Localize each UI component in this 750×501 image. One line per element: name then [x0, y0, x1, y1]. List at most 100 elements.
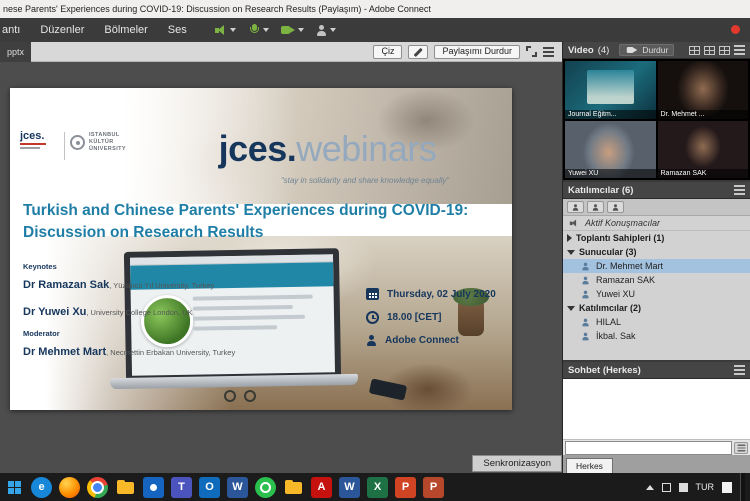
menu-audio[interactable]: Ses — [158, 18, 197, 42]
chat-messages-area — [563, 379, 750, 439]
chevron-down-icon — [567, 249, 575, 255]
attendee-row[interactable]: Ramazan SAK — [563, 273, 750, 287]
edge-browser-icon[interactable]: e — [31, 476, 52, 498]
jces-logo-text: jces. — [20, 130, 45, 142]
word-document-icon[interactable]: W — [339, 476, 360, 498]
pod-menu-icon[interactable] — [734, 185, 745, 195]
stop-sharing-button[interactable]: Paylaşımı Durdur — [434, 44, 520, 59]
chevron-down-icon — [297, 28, 304, 32]
keynote-name: Dr Ramazan Sak — [23, 279, 110, 291]
speaker-button[interactable] — [214, 24, 236, 36]
pod-menu-icon[interactable] — [734, 45, 745, 55]
filmstrip-layout-icon[interactable] — [704, 45, 715, 55]
chat-pod-controls — [734, 365, 745, 375]
video-tile-name: Journal Eğitm... — [565, 109, 656, 119]
breakout-view-button[interactable] — [607, 201, 624, 213]
file-explorer-icon[interactable] — [115, 477, 136, 498]
excel-app-icon[interactable]: X — [367, 476, 388, 498]
attendees-pod-title: Katılımcılar (6) — [568, 184, 634, 196]
attendee-name: HILAL — [596, 317, 622, 327]
group-presenters[interactable]: Sunucular (3) — [563, 245, 750, 259]
video-count: (4) — [597, 44, 610, 56]
chat-options-button[interactable] — [734, 441, 748, 454]
attendee-row[interactable]: HILAL — [563, 315, 750, 329]
document-tab[interactable]: pptx — [0, 41, 32, 62]
menu-layouts[interactable]: Düzenler — [30, 18, 94, 42]
attendee-status-view-button[interactable] — [567, 201, 584, 213]
event-time: 18.00 [CET] — [387, 312, 442, 323]
powerpoint-document-icon[interactable]: P — [423, 476, 444, 498]
menu-meeting[interactable]: antı — [0, 18, 30, 42]
notification-center-icon[interactable] — [722, 481, 732, 493]
pointer-button[interactable] — [408, 44, 429, 59]
acrobat-app-icon[interactable]: A — [311, 476, 332, 498]
group-hosts[interactable]: Toplantı Sahipleri (1) — [563, 231, 750, 245]
logo-separator — [64, 132, 65, 160]
person-icon — [612, 203, 619, 211]
speaker-layout-icon[interactable] — [719, 45, 730, 55]
sync-button[interactable]: Senkronizasyon — [472, 455, 562, 472]
attendees-pod: Katılımcılar (6) Aktif Konuşmacılar Topl… — [563, 182, 750, 360]
event-platform-row: Adobe Connect — [366, 335, 496, 346]
microphone-button[interactable] — [248, 23, 269, 37]
tray-language[interactable]: TUR — [696, 482, 715, 492]
menu-pods[interactable]: Bölmeler — [94, 18, 157, 42]
keynote-affiliation: , University College London, UK — [86, 308, 193, 317]
attendee-row[interactable]: Dr. Mehmet Mart — [563, 259, 750, 273]
grid-layout-icon[interactable] — [689, 45, 700, 55]
group-hosts-label: Toplantı Sahipleri (1) — [576, 233, 665, 243]
powerpoint-app-icon[interactable]: P — [395, 476, 416, 498]
pods-sidebar: Video (4) Durdur Journal Eğitm... Dr. Me… — [563, 42, 750, 473]
pod-menu-icon[interactable] — [734, 365, 745, 375]
group-participants[interactable]: Katılımcılar (2) — [563, 301, 750, 315]
share-pod: pptx Çiz Paylaşımı Durdur jces. ISTANBUL… — [0, 41, 562, 473]
video-tile-name: Ramazan SAK — [657, 169, 748, 178]
attendee-row[interactable]: Yuwei XU — [563, 287, 750, 301]
whatsapp-app-icon[interactable] — [255, 476, 276, 498]
chat-tab-everyone[interactable]: Herkes — [566, 458, 613, 473]
av-controls — [214, 23, 336, 37]
tray-network-icon[interactable] — [661, 482, 671, 492]
video-tile: Dr. Mehmet ... — [657, 61, 748, 119]
video-tile: Journal Eğitm... — [565, 61, 656, 119]
word-app-icon[interactable]: W — [227, 476, 248, 498]
tray-chevron-up-icon[interactable] — [645, 484, 654, 490]
draw-button[interactable]: Çiz — [373, 44, 403, 59]
video-pod-controls — [689, 45, 745, 55]
calendar-icon — [366, 288, 379, 300]
chevron-down-icon — [567, 305, 575, 311]
attendee-row[interactable]: İkbal. Sak — [563, 329, 750, 343]
video-pod-title: Video — [568, 44, 594, 56]
chat-input-row — [563, 439, 750, 455]
group-participants-label: Katılımcılar (2) — [579, 303, 642, 313]
photos-app-icon[interactable] — [143, 476, 164, 498]
status-button[interactable] — [316, 24, 336, 36]
attendee-list-view-button[interactable] — [587, 201, 604, 213]
chrome-browser-icon[interactable] — [87, 476, 108, 498]
webcam-button[interactable] — [280, 24, 304, 36]
slide-title: Turkish and Chinese Parents' Experiences… — [23, 200, 509, 244]
clock-icon — [366, 311, 379, 324]
moderator-affiliation: , Necmettin Erbakan University, Turkey — [106, 348, 236, 357]
fullscreen-icon[interactable] — [526, 46, 537, 57]
teams-app-icon[interactable]: T — [171, 476, 192, 498]
event-details: Thursday, 02 July 2020 18.00 [CET] Adobe… — [366, 288, 496, 357]
pod-menu-icon[interactable] — [543, 46, 554, 57]
tray-volume-icon[interactable] — [678, 482, 688, 492]
jces-logo: jces. — [20, 130, 46, 149]
university-logo-text: ISTANBUL KÜLTÜR ÜNIVERSITY — [89, 132, 126, 153]
video-grid: Journal Eğitm... Dr. Mehmet ... Yuwei XU… — [563, 59, 750, 180]
keynote-name: Dr Yuwei Xu — [23, 306, 87, 318]
firefox-browser-icon[interactable] — [59, 476, 80, 498]
downloads-folder-icon[interactable] — [283, 477, 304, 498]
stop-webcam-button[interactable]: Durdur — [619, 44, 675, 56]
webinar-brand: jces.webinars — [150, 128, 505, 170]
event-date: Thursday, 02 July 2020 — [387, 288, 496, 300]
chat-input[interactable] — [565, 440, 732, 455]
video-tile: Ramazan SAK — [657, 120, 748, 178]
window-title: nese Parents' Experiences during COVID-1… — [3, 4, 431, 14]
start-button[interactable] — [0, 473, 28, 501]
outlook-app-icon[interactable]: O — [199, 476, 220, 498]
attendee-name: Yuwei XU — [596, 289, 636, 299]
show-desktop-button[interactable] — [740, 473, 745, 501]
